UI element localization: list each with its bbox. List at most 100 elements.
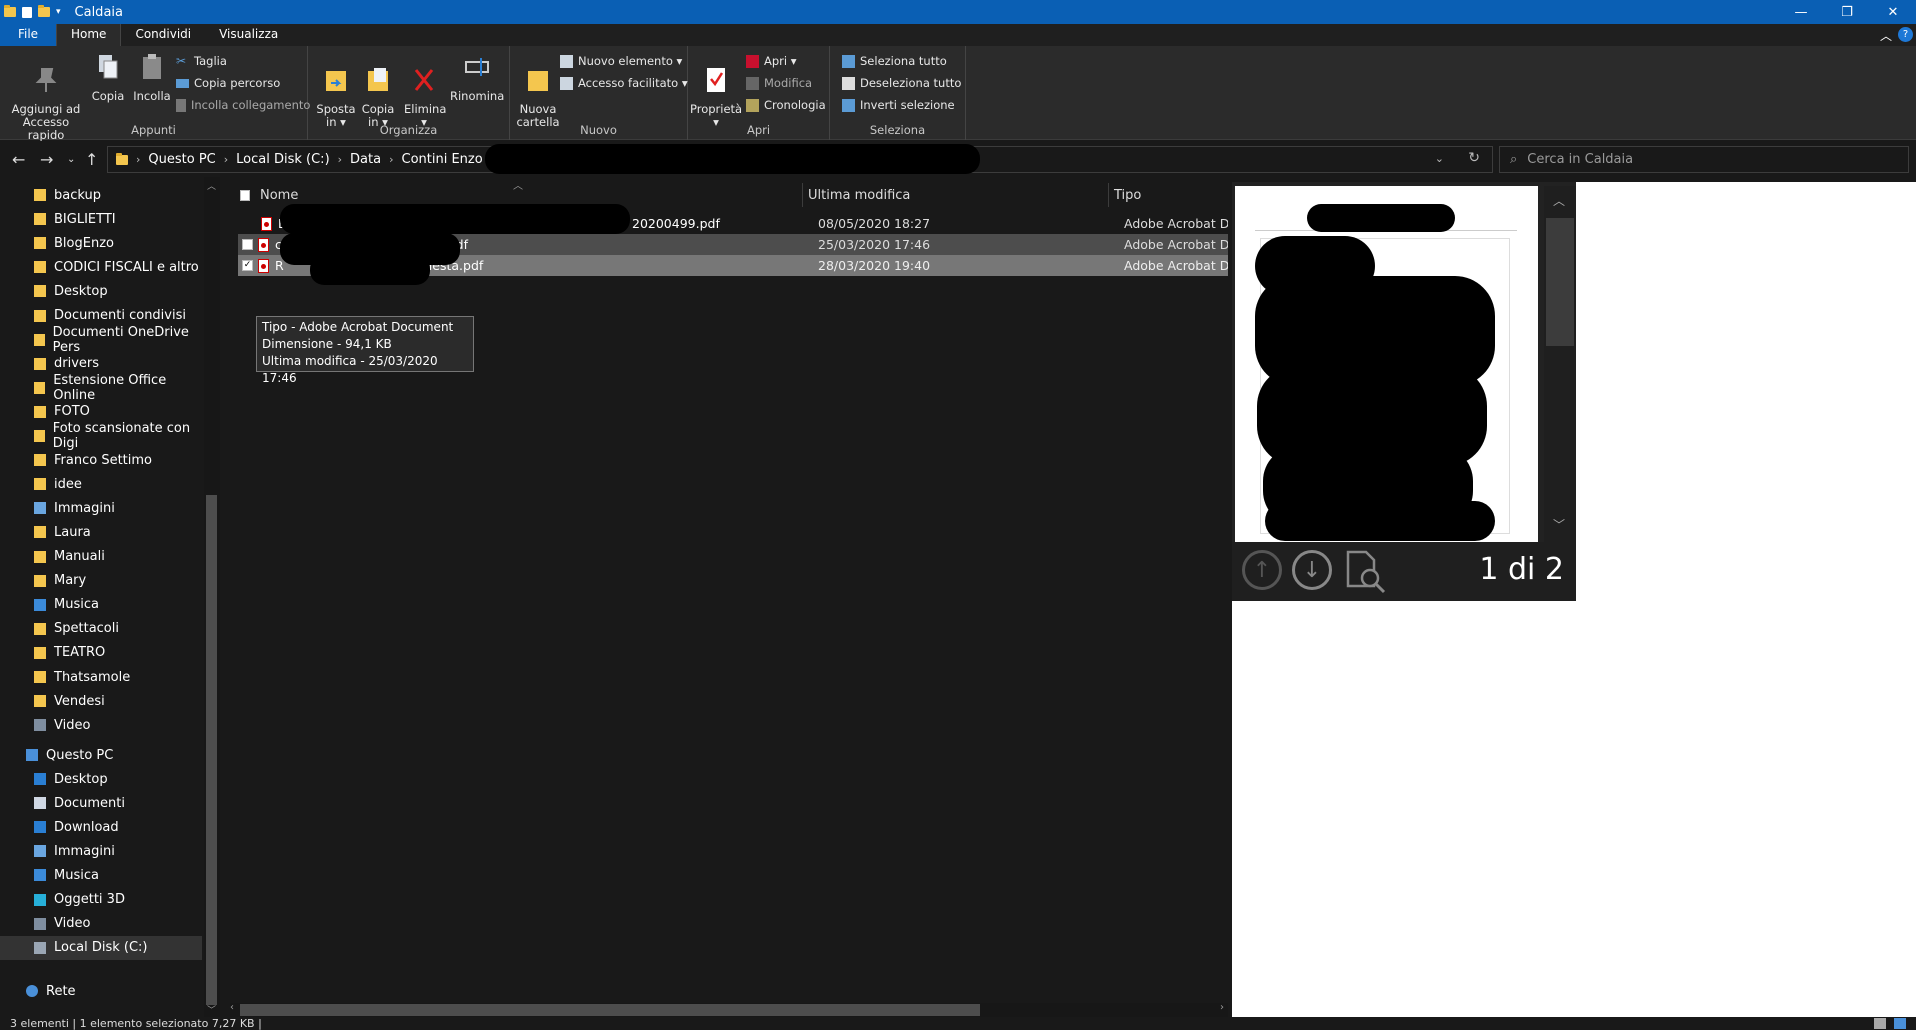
- tab-home[interactable]: Home: [56, 24, 122, 46]
- rename-button[interactable]: Rinomina: [450, 52, 504, 103]
- sidebar-item[interactable]: Musica: [0, 593, 202, 617]
- large-icons-view-icon[interactable]: [1894, 1018, 1906, 1029]
- scroll-up-icon[interactable]: ︿: [207, 179, 216, 192]
- collapse-ribbon-icon[interactable]: ︿: [1880, 27, 1892, 44]
- copy-to-button[interactable]: Copia in ▾: [358, 52, 398, 129]
- sidebar-scroll-thumb[interactable]: [206, 495, 217, 1005]
- sidebar-item[interactable]: Franco Settimo: [0, 448, 202, 472]
- sidebar-item[interactable]: Rete: [0, 979, 202, 1003]
- deselect-all-button[interactable]: Deseleziona tutto: [842, 76, 961, 90]
- crumb-data[interactable]: Data: [350, 152, 381, 167]
- row-checkbox[interactable]: [242, 239, 253, 250]
- search-box[interactable]: ⌕ Cerca in Caldaia: [1499, 146, 1909, 173]
- sidebar-item[interactable]: Desktop: [0, 279, 202, 303]
- next-page-icon[interactable]: ↓: [1292, 550, 1332, 590]
- details-view-icon[interactable]: [1874, 1018, 1886, 1029]
- copy-path-button[interactable]: Copia percorso: [176, 76, 280, 90]
- sidebar-item[interactable]: Estensione Office Online: [0, 373, 202, 403]
- sidebar-item[interactable]: Mary: [0, 569, 202, 593]
- customize-toolbar-icon[interactable]: ▾: [56, 7, 61, 17]
- sidebar-item[interactable]: Laura: [0, 520, 202, 544]
- sidebar-item[interactable]: Thatsamole: [0, 665, 202, 689]
- minimize-button[interactable]: —: [1778, 0, 1824, 24]
- sidebar-item[interactable]: Oggetti 3D: [0, 888, 202, 912]
- sidebar-item[interactable]: Manuali: [0, 545, 202, 569]
- forward-arrow-icon[interactable]: →: [40, 150, 53, 169]
- cut-button[interactable]: ✂ Taglia: [176, 54, 227, 68]
- navigation-pane: ︿ ﹀ backup BIGLIETTI BlogEnzo CODICI FISCAL…: [0, 177, 220, 1017]
- sidebar-item[interactable]: Documenti: [0, 791, 202, 815]
- recent-locations-chevron-icon[interactable]: ⌄: [67, 154, 75, 165]
- copy-button[interactable]: Copia: [90, 52, 126, 103]
- paste-shortcut-button[interactable]: Incolla collegamento: [176, 98, 310, 112]
- tab-condividi[interactable]: Condividi: [121, 24, 205, 46]
- column-header-ultima-modifica[interactable]: Ultima modifica: [808, 183, 1048, 207]
- new-folder-quick-icon[interactable]: [38, 5, 50, 17]
- column-header-tipo[interactable]: Tipo: [1114, 183, 1224, 207]
- folder-icon: [34, 430, 45, 442]
- scroll-down-icon[interactable]: ﹀: [1553, 516, 1565, 533]
- scroll-right-icon[interactable]: ›: [1220, 1002, 1224, 1013]
- sidebar-item[interactable]: Foto scansionate con Digi: [0, 421, 202, 451]
- horizontal-scroll-thumb[interactable]: [240, 1004, 980, 1016]
- sidebar-item[interactable]: Documenti OneDrive Pers: [0, 325, 202, 355]
- scroll-left-icon[interactable]: ‹: [230, 1002, 234, 1013]
- address-dropdown-icon[interactable]: ⌄: [1435, 152, 1444, 165]
- back-arrow-icon[interactable]: ←: [12, 150, 25, 169]
- maximize-button[interactable]: ❐: [1824, 0, 1870, 24]
- copy-folder-icon: [368, 68, 388, 91]
- sidebar-item[interactable]: backup: [0, 183, 202, 207]
- sidebar-item[interactable]: Download: [0, 815, 202, 839]
- delete-button[interactable]: Elimina ▾: [404, 52, 446, 129]
- sidebar-item[interactable]: Video: [0, 713, 202, 737]
- sidebar-item[interactable]: BIGLIETTI: [0, 207, 202, 231]
- select-all-button[interactable]: Seleziona tutto: [842, 54, 947, 68]
- scroll-up-icon[interactable]: ︿: [1553, 192, 1565, 209]
- sidebar-item[interactable]: Desktop: [0, 767, 202, 791]
- sidebar-item-label: Documenti: [54, 795, 125, 811]
- new-item-button[interactable]: Nuovo elemento ▾: [560, 54, 682, 68]
- crumb-contini-enzo[interactable]: Contini Enzo: [402, 152, 483, 167]
- sidebar-item[interactable]: Immagini: [0, 496, 202, 520]
- tab-visualizza[interactable]: Visualizza: [205, 24, 292, 46]
- column-separator[interactable]: [1108, 183, 1109, 207]
- invert-selection-button[interactable]: Inverti selezione: [842, 98, 955, 112]
- select-all-checkbox-header[interactable]: [236, 183, 250, 207]
- sidebar-item[interactable]: CODICI FISCALI e altro: [0, 255, 202, 279]
- sidebar-item-label: Immagini: [54, 500, 115, 516]
- move-to-button[interactable]: Sposta in ▾: [316, 52, 356, 129]
- sidebar-item[interactable]: Video: [0, 912, 202, 936]
- help-icon[interactable]: ?: [1898, 27, 1913, 42]
- paste-button[interactable]: Incolla: [132, 52, 172, 103]
- refresh-icon[interactable]: ↻: [1468, 150, 1480, 166]
- crumb-local-disk[interactable]: Local Disk (C:): [236, 152, 329, 167]
- sidebar-item[interactable]: Local Disk (C:): [0, 935, 202, 960]
- sidebar-item[interactable]: Immagini: [0, 839, 202, 863]
- sidebar-item[interactable]: Musica: [0, 863, 202, 887]
- previous-page-icon[interactable]: ↑: [1242, 550, 1282, 590]
- edit-button[interactable]: Modifica: [746, 76, 812, 90]
- sidebar-item[interactable]: Vendesi: [0, 689, 202, 713]
- tooltip-type: Tipo - Adobe Acrobat Document: [262, 320, 454, 334]
- crumb-questo-pc[interactable]: Questo PC: [148, 152, 215, 167]
- sidebar-item[interactable]: TEATRO: [0, 641, 202, 665]
- preview-scroll-thumb[interactable]: [1546, 218, 1574, 346]
- properties-button[interactable]: Proprietà ▾: [690, 52, 742, 129]
- sidebar-item[interactable]: Questo PC: [0, 743, 202, 767]
- tab-file[interactable]: File: [0, 24, 56, 46]
- close-button[interactable]: ✕: [1870, 0, 1916, 24]
- column-separator[interactable]: [802, 183, 803, 207]
- easy-access-button[interactable]: Accesso facilitato ▾: [560, 76, 688, 90]
- up-arrow-icon[interactable]: ↑: [85, 150, 98, 169]
- select-all-checkbox[interactable]: [240, 189, 250, 201]
- sidebar-item[interactable]: BlogEnzo: [0, 231, 202, 255]
- properties-quick-icon[interactable]: [22, 6, 32, 18]
- open-button[interactable]: Apri ▾: [746, 54, 797, 68]
- row-checkbox-checked[interactable]: ✓: [242, 260, 253, 271]
- sidebar-item[interactable]: Spettacoli: [0, 617, 202, 641]
- sidebar-item-label: Musica: [54, 597, 99, 613]
- new-folder-button[interactable]: Nuova cartella: [516, 52, 560, 129]
- zoom-document-icon[interactable]: [1344, 550, 1388, 594]
- history-button[interactable]: Cronologia: [746, 98, 826, 112]
- sidebar-item[interactable]: idee: [0, 472, 202, 496]
